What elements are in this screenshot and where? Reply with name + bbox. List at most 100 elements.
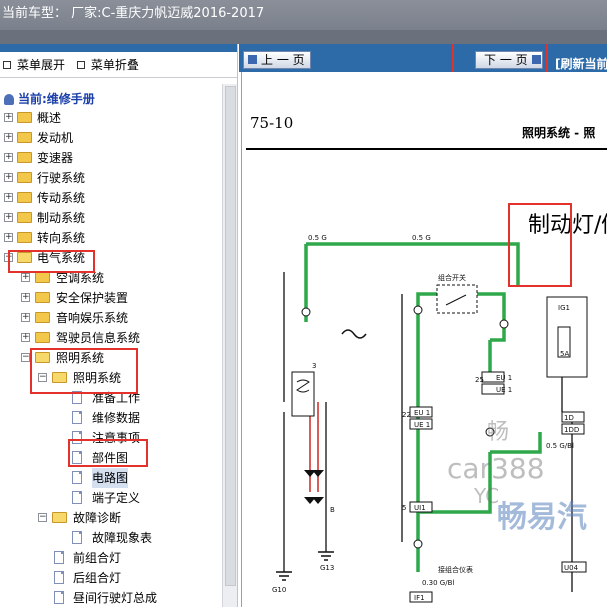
document-view: 75-10 照明系统 - 照 制动灯/倒 xyxy=(241,72,607,607)
tree-item-preparation[interactable]: 准备工作 xyxy=(0,388,222,408)
tree-item-drl-assembly[interactable]: 昼间行驶灯总成 xyxy=(0,588,222,607)
tree-item-label: 行驶系统 xyxy=(37,171,86,185)
folder-icon xyxy=(17,112,32,123)
tree-item-label: 安全保护装置 xyxy=(56,291,129,305)
label-1dd: 1DD xyxy=(564,426,579,434)
tree-item-steering-system[interactable]: + 转向系统 xyxy=(0,228,222,248)
label-gbi2: 0.30 G/Bl xyxy=(422,579,454,587)
tree-item-terminal-definition[interactable]: 端子定义 xyxy=(0,488,222,508)
tree-item-label: 发动机 xyxy=(37,131,74,145)
menu-controls: 菜单展开 菜单折叠 xyxy=(0,52,237,78)
tree-item-fault-diagnosis[interactable]: − 故障诊断 xyxy=(0,508,222,528)
tree-item-lighting-subsystem[interactable]: − 照明系统 xyxy=(0,368,222,388)
tree-item-brake-system[interactable]: + 制动系统 xyxy=(0,208,222,228)
label-fuse-amp: 5A xyxy=(560,350,569,358)
watermark-4: YC xyxy=(474,484,500,508)
tree-item-driver-info[interactable]: + 驾驶员信息系统 xyxy=(0,328,222,348)
collapse-minus-icon[interactable]: − xyxy=(38,373,47,382)
tree-item-precautions[interactable]: 注意事项 xyxy=(0,428,222,448)
tree-item-lighting-system[interactable]: − 照明系统 xyxy=(0,348,222,368)
tree-item-safety-devices[interactable]: + 安全保护装置 xyxy=(0,288,222,308)
watermark-3: 畅易汽 xyxy=(497,500,587,535)
collapse-minus-icon[interactable]: − xyxy=(21,353,30,362)
expand-plus-icon[interactable]: + xyxy=(4,193,13,202)
folder-icon xyxy=(17,192,32,203)
left-component xyxy=(291,371,315,417)
next-page-button[interactable]: 下 一 页 xyxy=(475,51,543,69)
menu-collapse-button[interactable]: 菜单折叠 xyxy=(91,58,139,72)
tree-item-label: 电路图 xyxy=(92,468,129,488)
tree-item-service-data[interactable]: 维修数据 xyxy=(0,408,222,428)
expand-plus-icon[interactable]: + xyxy=(4,233,13,242)
collapse-minus-icon[interactable]: − xyxy=(38,513,47,522)
expand-plus-icon[interactable]: + xyxy=(21,273,30,282)
sidebar-scrollbar[interactable] xyxy=(222,84,237,607)
label-ue1: UE 1 xyxy=(496,386,512,394)
expand-plus-icon[interactable]: + xyxy=(4,113,13,122)
prev-page-button[interactable]: 上 一 页 xyxy=(243,51,311,69)
folder-open-icon xyxy=(17,252,32,263)
tree-item-label: 照明系统 xyxy=(56,351,105,365)
junction-dot xyxy=(301,307,311,317)
tree-item-symptom-table[interactable]: 故障现象表 xyxy=(0,528,222,548)
page-toolbar: 上 一 页 下 一 页 [刷新当前 xyxy=(239,44,607,72)
current-location: 当前:维修手册 xyxy=(0,90,222,108)
expand-plus-icon[interactable]: + xyxy=(4,213,13,222)
tree-item-transmission[interactable]: + 变速器 xyxy=(0,148,222,168)
expand-plus-icon[interactable]: + xyxy=(21,313,30,322)
watermark-2: car388 xyxy=(447,452,545,485)
folder-open-icon xyxy=(35,352,50,363)
label-ue1b: UE 1 xyxy=(414,421,430,429)
label-eu1: EU 1 xyxy=(496,374,512,382)
folder-icon xyxy=(35,332,50,343)
tree-item-overview[interactable]: + 概述 xyxy=(0,108,222,128)
tree-item-front-combo-lamp[interactable]: 前组合灯 xyxy=(0,548,222,568)
prev-page-label: 上 一 页 xyxy=(261,53,305,67)
tree-item-label: 故障现象表 xyxy=(92,531,153,545)
expand-plus-icon[interactable]: + xyxy=(21,333,30,342)
tree-item-driving-system[interactable]: + 行驶系统 xyxy=(0,168,222,188)
folder-icon xyxy=(35,272,50,283)
tree-item-label: 昼间行驶灯总成 xyxy=(73,591,158,605)
tree-item-audio-entertainment[interactable]: + 音响娱乐系统 xyxy=(0,308,222,328)
folder-open-icon xyxy=(52,512,67,523)
expand-plus-icon[interactable]: + xyxy=(4,173,13,182)
document-icon xyxy=(72,391,82,404)
label-ui1: UI1 xyxy=(414,504,426,512)
tree-item-ac-system[interactable]: + 空调系统 xyxy=(0,268,222,288)
refresh-current-link[interactable]: [刷新当前 xyxy=(555,55,607,72)
lamp-symbols xyxy=(304,470,324,504)
label-05g-mid: 0.5 G xyxy=(308,234,327,242)
expand-plus-icon[interactable]: + xyxy=(21,293,30,302)
document-icon xyxy=(72,471,82,484)
folder-icon xyxy=(35,292,50,303)
tree-item-label: 变速器 xyxy=(37,151,74,165)
tree-item-circuit-diagram[interactable]: 电路图 xyxy=(0,468,222,488)
scrollbar-thumb[interactable] xyxy=(225,86,236,586)
label-g10: G10 xyxy=(272,586,286,594)
tree-item-rear-combo-lamp[interactable]: 后组合灯 xyxy=(0,568,222,588)
tree-item-engine[interactable]: + 发动机 xyxy=(0,128,222,148)
content-pane: 上 一 页 下 一 页 [刷新当前 75-10 照明系统 - 照 制动灯/倒 xyxy=(239,44,607,607)
tree-item-component-diagram[interactable]: 部件图 xyxy=(0,448,222,468)
tree-item-label: 传动系统 xyxy=(37,191,86,205)
watermark-1: 畅 xyxy=(487,420,510,445)
folder-icon xyxy=(17,212,32,223)
tree-item-label: 注意事项 xyxy=(92,431,141,445)
expand-plus-icon[interactable]: + xyxy=(4,153,13,162)
sidebar-header-strip xyxy=(0,44,237,52)
tree-item-label: 制动系统 xyxy=(37,211,86,225)
tree-item-label: 概述 xyxy=(37,111,62,125)
collapse-minus-icon[interactable]: − xyxy=(4,253,13,262)
menu-expand-button[interactable]: 菜单展开 xyxy=(17,58,65,72)
expand-plus-icon[interactable]: + xyxy=(4,133,13,142)
document-icon xyxy=(72,491,82,504)
folder-icon xyxy=(17,232,32,243)
document-icon xyxy=(54,591,64,604)
wire-switch-left-down xyxy=(416,292,432,512)
next-page-label: 下 一 页 xyxy=(484,53,528,67)
tree-item-drivetrain[interactable]: + 传动系统 xyxy=(0,188,222,208)
label-if1: IF1 xyxy=(414,594,425,602)
tree-item-electrical-system[interactable]: − 电气系统 xyxy=(0,248,222,268)
label-g13: G13 xyxy=(320,564,334,572)
